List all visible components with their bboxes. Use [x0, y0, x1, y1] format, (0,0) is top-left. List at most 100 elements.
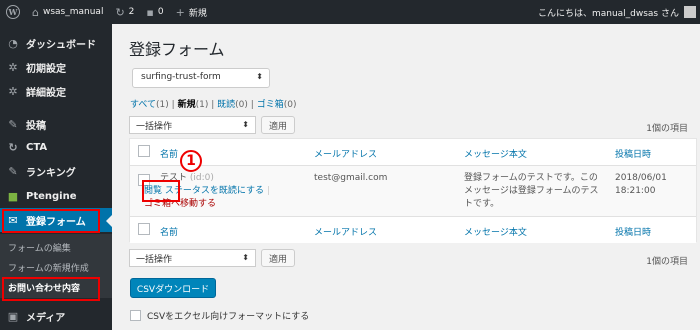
- table-row: テスト (id:0) 閲覧 ステータスを既読にする | ゴミ箱へ移動する tes…: [130, 165, 696, 217]
- table-header: 名前 メールアドレス メッセージ本文 投稿日時: [130, 139, 696, 165]
- column-email[interactable]: メールアドレス: [314, 225, 377, 238]
- bulk-action-value: 一括操作: [136, 122, 173, 132]
- table-footer: 名前 メールアドレス メッセージ本文 投稿日時: [130, 217, 696, 243]
- greeting: こんにちは、manual_dwsas さん: [537, 8, 679, 19]
- sidebar-item-label: 登録フォーム: [26, 216, 86, 228]
- updates-icon: ↻: [115, 5, 125, 19]
- wordpress-logo-icon: W: [6, 5, 20, 19]
- filter-all-count: (1): [156, 100, 169, 110]
- row-email: test@gmail.com: [314, 173, 388, 183]
- filter-new-count: (1): [195, 100, 209, 110]
- sidebar-item-dashboard[interactable]: ◔ ダッシュボード: [0, 31, 112, 55]
- site-name: wsas_manual: [42, 7, 104, 17]
- comments-link[interactable]: ▪ 0: [140, 0, 169, 24]
- sidebar-item-label: メディア: [26, 312, 66, 324]
- column-date[interactable]: 投稿日時: [615, 147, 651, 160]
- filter-separator: |: [250, 100, 254, 110]
- sidebar-item-label: ダッシュボード: [26, 39, 96, 51]
- bulk-action-value: 一括操作: [136, 255, 173, 265]
- apply-button-bottom[interactable]: 適用: [261, 249, 295, 267]
- apply-button-top[interactable]: 適用: [261, 116, 295, 134]
- row-message: 登録フォームのテストです。このメッセージは登録フォームのテストです。: [464, 173, 599, 209]
- submenu-item-new-form[interactable]: フォームの新規作成: [8, 261, 89, 274]
- column-message[interactable]: メッセージ本文: [464, 225, 527, 238]
- select-all-checkbox-footer[interactable]: [138, 223, 150, 235]
- cta-icon: ↻: [8, 140, 18, 154]
- bulk-action-select-top[interactable]: 一括操作 ⬍: [129, 116, 256, 134]
- column-name[interactable]: 名前: [160, 147, 178, 160]
- column-name[interactable]: 名前: [160, 225, 178, 238]
- filter-trash[interactable]: ゴミ箱: [257, 100, 284, 110]
- select-all-checkbox[interactable]: [138, 145, 150, 157]
- form-select[interactable]: surfing-trust-form ⬍: [132, 68, 270, 88]
- media-icon: ▣: [7, 309, 19, 323]
- account-menu[interactable]: こんにちは、manual_dwsas さん: [538, 6, 700, 19]
- csv-excel-format-option[interactable]: CSVをエクセル向けフォーマットにする: [130, 309, 309, 322]
- plus-icon: +: [175, 5, 185, 19]
- row-date: 2018/06/01 18:21:00: [615, 172, 667, 198]
- sidebar-item-label: 投稿: [26, 120, 46, 132]
- submenu-item-inquiries[interactable]: お問い合わせ内容: [8, 281, 80, 294]
- gear-icon: ✲: [8, 84, 18, 98]
- items-count-bottom: 1個の項目: [646, 257, 688, 267]
- new-label: 新規: [188, 8, 207, 19]
- admin-bar: W ⌂ wsas_manual ↻ 2 ▪ 0 + 新規 こんにちは、manua…: [0, 0, 700, 24]
- filter-separator: |: [171, 100, 175, 110]
- form-select-value: surfing-trust-form: [141, 72, 221, 82]
- wp-logo-menu[interactable]: W: [0, 0, 26, 24]
- filter-new[interactable]: 新規: [178, 100, 196, 110]
- filter-all[interactable]: すべて: [130, 100, 156, 110]
- avatar: [684, 6, 696, 18]
- updates-link[interactable]: ↻ 2: [109, 0, 140, 24]
- sidebar-item-ptengine[interactable]: ■ Ptengine: [0, 184, 112, 208]
- view-action-link[interactable]: 閲覧: [144, 186, 162, 196]
- column-email[interactable]: メールアドレス: [314, 147, 377, 160]
- sidebar-item-registration-form[interactable]: ✉ 登録フォーム: [0, 208, 112, 232]
- sidebar-item-media[interactable]: ▣ メディア: [0, 304, 112, 328]
- pushpin-icon: ✎: [8, 117, 18, 131]
- csv-download-button[interactable]: CSVダウンロード: [130, 278, 216, 298]
- sidebar-item-detail-settings[interactable]: ✲ 詳細設定: [0, 79, 112, 103]
- ranking-icon: ✎: [8, 164, 18, 178]
- home-icon: ⌂: [32, 5, 39, 19]
- row-date-day: 2018/06/01: [615, 173, 667, 183]
- sidebar-item-ranking[interactable]: ✎ ランキング: [0, 159, 112, 183]
- csv-excel-label: CSVをエクセル向けフォーマットにする: [147, 312, 310, 322]
- select-arrows-icon: ⬍: [256, 72, 263, 81]
- new-content-link[interactable]: + 新規: [170, 0, 213, 24]
- comment-icon: ▪: [146, 5, 154, 19]
- sidebar-item-label: 初期設定: [26, 63, 66, 75]
- annotation-number-badge: 1: [180, 150, 202, 172]
- sidebar-item-label: Ptengine: [26, 190, 77, 202]
- filter-separator: |: [211, 100, 215, 110]
- comments-count: 0: [157, 7, 164, 17]
- row-name: テスト (id:0): [160, 172, 214, 185]
- column-date[interactable]: 投稿日時: [615, 225, 651, 238]
- page-title: 登録フォーム: [129, 40, 225, 59]
- sidebar-item-posts[interactable]: ✎ 投稿: [0, 112, 112, 136]
- ptengine-icon: ■: [7, 189, 19, 203]
- sidebar-item-initial-settings[interactable]: ✲ 初期設定: [0, 55, 112, 79]
- dashboard-icon: ◔: [8, 36, 18, 50]
- sidebar-item-label: CTA: [26, 141, 48, 153]
- mark-read-action-link[interactable]: ステータスを既読にする: [165, 186, 264, 196]
- updates-count: 2: [128, 7, 135, 17]
- trash-action-link[interactable]: ゴミ箱へ移動する: [144, 199, 216, 209]
- inquiries-table: 名前 メールアドレス メッセージ本文 投稿日時 テスト (id:0) 閲覧 ステ…: [129, 138, 697, 243]
- filter-trash-count: (0): [283, 100, 297, 110]
- select-arrows-icon: ⬍: [242, 253, 249, 262]
- csv-excel-checkbox[interactable]: [130, 310, 141, 321]
- action-separator: |: [266, 186, 270, 196]
- status-filters: すべて(1) | 新規(1) | 既読(0) | ゴミ箱(0): [130, 97, 296, 110]
- sidebar-item-label: ランキング: [26, 167, 76, 179]
- submenu-item-edit-form[interactable]: フォームの編集: [8, 241, 71, 254]
- form-icon: ✉: [8, 213, 18, 227]
- filter-read[interactable]: 既読: [217, 100, 235, 110]
- bulk-action-select-bottom[interactable]: 一括操作 ⬍: [129, 249, 256, 267]
- column-message[interactable]: メッセージ本文: [464, 147, 527, 160]
- registration-form-submenu: フォームの編集 フォームの新規作成 お問い合わせ内容: [0, 234, 112, 298]
- sidebar-item-cta[interactable]: ↻ CTA: [0, 135, 112, 159]
- site-name-link[interactable]: ⌂ wsas_manual: [26, 0, 109, 24]
- sidebar-item-label: 詳細設定: [26, 87, 66, 99]
- row-date-time: 18:21:00: [615, 186, 656, 196]
